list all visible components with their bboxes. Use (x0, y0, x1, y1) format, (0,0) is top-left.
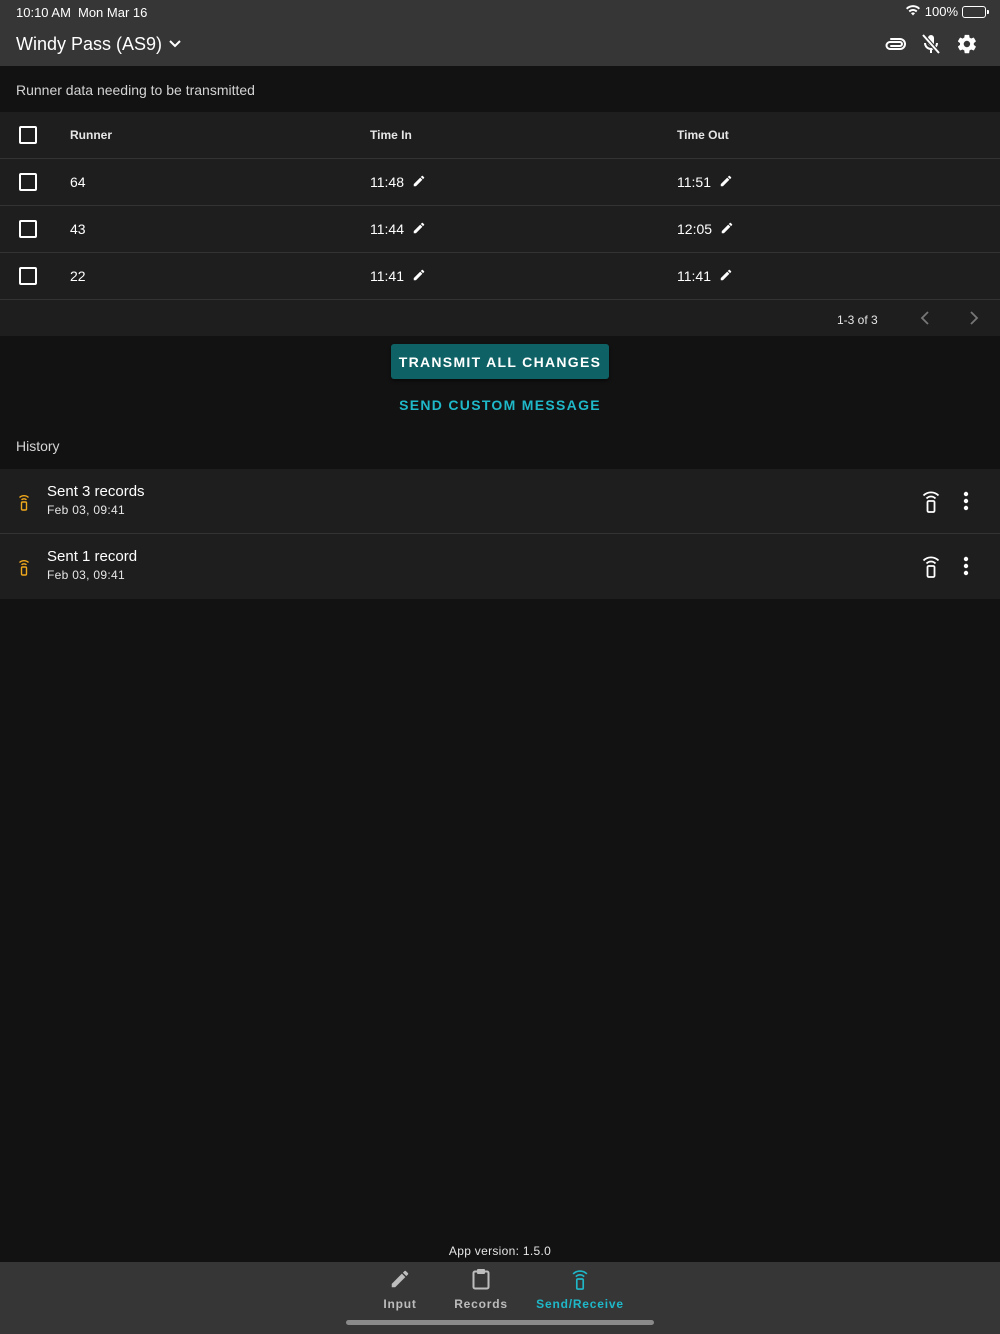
time-out-value: 11:41 (677, 268, 711, 284)
chevron-left-icon[interactable] (918, 310, 932, 331)
history-list: Sent 3 records Feb 03, 09:41 Sent 1 reco… (0, 469, 1000, 599)
column-header-time-out[interactable]: Time Out (677, 128, 729, 142)
nav-item-records[interactable]: Records (450, 1268, 512, 1311)
time-out-cell: 11:41 (677, 268, 733, 285)
runner-table: Runner Time In Time Out 64 11:48 11:51 4… (0, 112, 1000, 336)
page-title: Windy Pass (AS9) (16, 34, 163, 54)
radio-tower-icon (17, 493, 31, 516)
nav-label: Records (454, 1297, 508, 1311)
history-title: Sent 1 record (47, 548, 138, 565)
table-row[interactable]: 22 11:41 11:41 (0, 253, 1000, 300)
history-timestamp: Feb 03, 09:41 (47, 568, 125, 582)
more-vert-icon[interactable] (956, 489, 976, 518)
page-info: 1-3 of 3 (837, 313, 878, 327)
battery-percent: 100% (924, 4, 958, 19)
row-checkbox[interactable] (19, 220, 37, 238)
radio-tower-icon[interactable] (920, 554, 942, 583)
time-in-cell: 11:41 (370, 268, 426, 285)
bottom-navigation: Input Records Send/Receive (0, 1262, 1000, 1334)
send-custom-message-button[interactable]: SEND CUSTOM MESSAGE (390, 392, 610, 418)
time-in-value: 11:48 (370, 174, 404, 190)
time-out-cell: 12:05 (677, 221, 734, 238)
chevron-down-icon (168, 36, 182, 54)
station-selector[interactable]: Windy Pass (AS9) (16, 34, 182, 55)
column-header-time-in[interactable]: Time In (370, 128, 412, 142)
top-app-bar: 10:10 AM Mon Mar 16 100% Windy Pass (AS9… (0, 0, 1000, 66)
table-row[interactable]: 64 11:48 11:51 (0, 159, 1000, 206)
chevron-right-icon[interactable] (967, 310, 981, 331)
history-timestamp: Feb 03, 09:41 (47, 503, 125, 517)
column-header-runner[interactable]: Runner (70, 128, 112, 142)
time-in-cell: 11:44 (370, 221, 426, 238)
list-item[interactable]: Sent 3 records Feb 03, 09:41 (0, 469, 1000, 534)
time-in-value: 11:44 (370, 221, 404, 237)
radio-tower-icon (569, 1268, 591, 1293)
history-label: History (16, 438, 60, 454)
header-actions (884, 32, 978, 56)
nav-label: Send/Receive (536, 1297, 624, 1311)
runner-number: 22 (70, 268, 86, 284)
pencil-icon[interactable] (412, 268, 426, 285)
radio-tower-icon (17, 558, 31, 581)
gear-icon[interactable] (956, 32, 978, 56)
history-title: Sent 3 records (47, 483, 145, 500)
table-row[interactable]: 43 11:44 12:05 (0, 206, 1000, 253)
time-out-value: 11:51 (677, 174, 711, 190)
table-pagination: 1-3 of 3 (0, 302, 1000, 336)
runner-number: 64 (70, 174, 86, 190)
runner-section-label: Runner data needing to be transmitted (16, 82, 255, 98)
table-header: Runner Time In Time Out (0, 112, 1000, 159)
pencil-icon (389, 1268, 411, 1293)
nav-item-input[interactable]: Input (374, 1268, 426, 1311)
pencil-icon[interactable] (719, 268, 733, 285)
row-checkbox[interactable] (19, 173, 37, 191)
select-all-checkbox[interactable] (19, 126, 37, 144)
status-date: Mon Mar 16 (78, 5, 148, 20)
pencil-icon[interactable] (719, 174, 733, 191)
app-version: App version: 1.5.0 (448, 1244, 552, 1258)
transmit-all-button[interactable]: TRANSMIT ALL CHANGES (391, 344, 609, 379)
time-out-value: 12:05 (677, 221, 713, 237)
time-in-value: 11:41 (370, 268, 404, 284)
row-checkbox[interactable] (19, 267, 37, 285)
wifi-icon (905, 4, 921, 19)
link-icon[interactable] (884, 32, 906, 56)
pencil-icon[interactable] (412, 174, 426, 191)
time-out-cell: 11:51 (677, 174, 733, 191)
mic-off-icon[interactable] (920, 32, 942, 56)
radio-tower-icon[interactable] (920, 489, 942, 518)
home-indicator[interactable] (346, 1320, 654, 1325)
clipboard-icon (470, 1268, 492, 1293)
more-vert-icon[interactable] (956, 554, 976, 583)
time-in-cell: 11:48 (370, 174, 426, 191)
status-indicators: 100% (905, 4, 989, 19)
nav-item-send-receive[interactable]: Send/Receive (534, 1268, 626, 1311)
nav-label: Input (383, 1297, 417, 1311)
pencil-icon[interactable] (720, 221, 734, 238)
pencil-icon[interactable] (412, 221, 426, 238)
list-item[interactable]: Sent 1 record Feb 03, 09:41 (0, 534, 1000, 599)
battery-icon (962, 5, 989, 18)
status-time: 10:10 AM (16, 5, 71, 20)
runner-number: 43 (70, 221, 86, 237)
